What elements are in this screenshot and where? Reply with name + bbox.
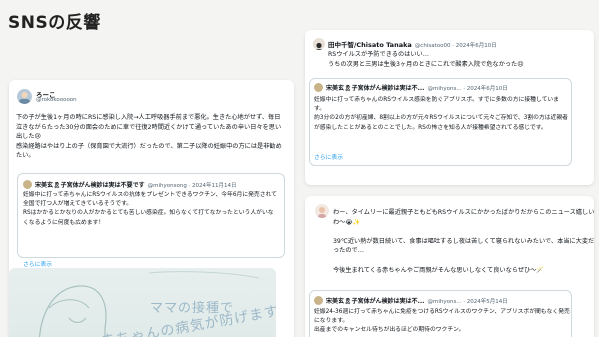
quoted-user-name[interactable]: 宋美玄🎗子宮体がん検診は実は不... [326, 83, 424, 92]
quoted-user-handle[interactable]: @mihyonsong · 2024年11月14日 [148, 181, 237, 189]
show-more-link[interactable]: さらに表示 [23, 259, 52, 268]
avatar-icon [315, 42, 323, 50]
quoted-user-handle[interactable]: @mihyons... · 2024年5月14日 [427, 297, 507, 305]
avatar[interactable] [313, 38, 325, 50]
tweet-text: わー、タイムリーに最近親子ともどもRSウイルスにかかったばかりだからこのニュース… [333, 209, 595, 274]
user-name[interactable]: 田中千智/Chisato Tanaka [328, 39, 412, 49]
avatar[interactable] [314, 296, 323, 305]
quoted-tweet-text: 妊娠中に打って赤ちゃんにRSウイルスの抗体をプレゼントできるワクチン、今年6月に… [23, 192, 277, 226]
avatar-icon [19, 92, 30, 104]
quoted-tweet-text: 妊娠中に打って赤ちゃんのRSウイルス感染を防ぐアブリスボ。すでに多数の方に接種し… [314, 97, 568, 131]
user-handle[interactable]: @chisatoo00 · 2024年6月10日 [415, 41, 497, 49]
avatar[interactable] [17, 89, 32, 104]
user-handle[interactable]: @rokokooooon [36, 97, 77, 103]
quoted-user-name[interactable]: 宋美玄🎗子宮体がん検診は実は不要です [35, 180, 145, 189]
quoted-tweet-header: 宋美玄🎗子宮体がん検診は実は不... @mihyons... · 2024年5月… [314, 296, 508, 305]
avatar[interactable] [314, 83, 323, 92]
tweet-text: 下の子が生後1ヶ月の時にRSに感染し入院→人工呼吸器手前まで悪化。生きた心地がせ… [16, 114, 282, 160]
page-title: SNSの反響 [8, 13, 101, 33]
quoted-tweet-header: 宋美玄🎗子宮体がん検診は実は不要です @mihyonsong · 2024年11… [23, 180, 237, 189]
show-more-link[interactable]: さらに表示 [314, 152, 343, 161]
quoted-tweet-header: 宋美玄🎗子宮体がん検診は実は不... @mihyons... · 2024年6月… [314, 83, 508, 92]
tweet-text: RSウイルスが予防できるのはいい… うちの次男と三男は生後3ヶ月のときにこれで酸… [328, 51, 524, 68]
quoted-user-handle[interactable]: @mihyons... · 2024年6月10日 [427, 84, 507, 92]
avatar[interactable] [23, 180, 32, 189]
avatar[interactable] [315, 204, 329, 218]
quoted-tweet-text: 妊娠24-36週に打って赤ちゃんに免疫をつけるRSウイルスのワクチン、アブリスボ… [314, 309, 570, 334]
user-line: 田中千智/Chisato Tanaka @chisatoo00 · 2024年6… [328, 39, 497, 49]
avatar-icon [318, 207, 326, 218]
quoted-user-name[interactable]: 宋美玄🎗子宮体がん検診は実は不... [326, 296, 424, 305]
